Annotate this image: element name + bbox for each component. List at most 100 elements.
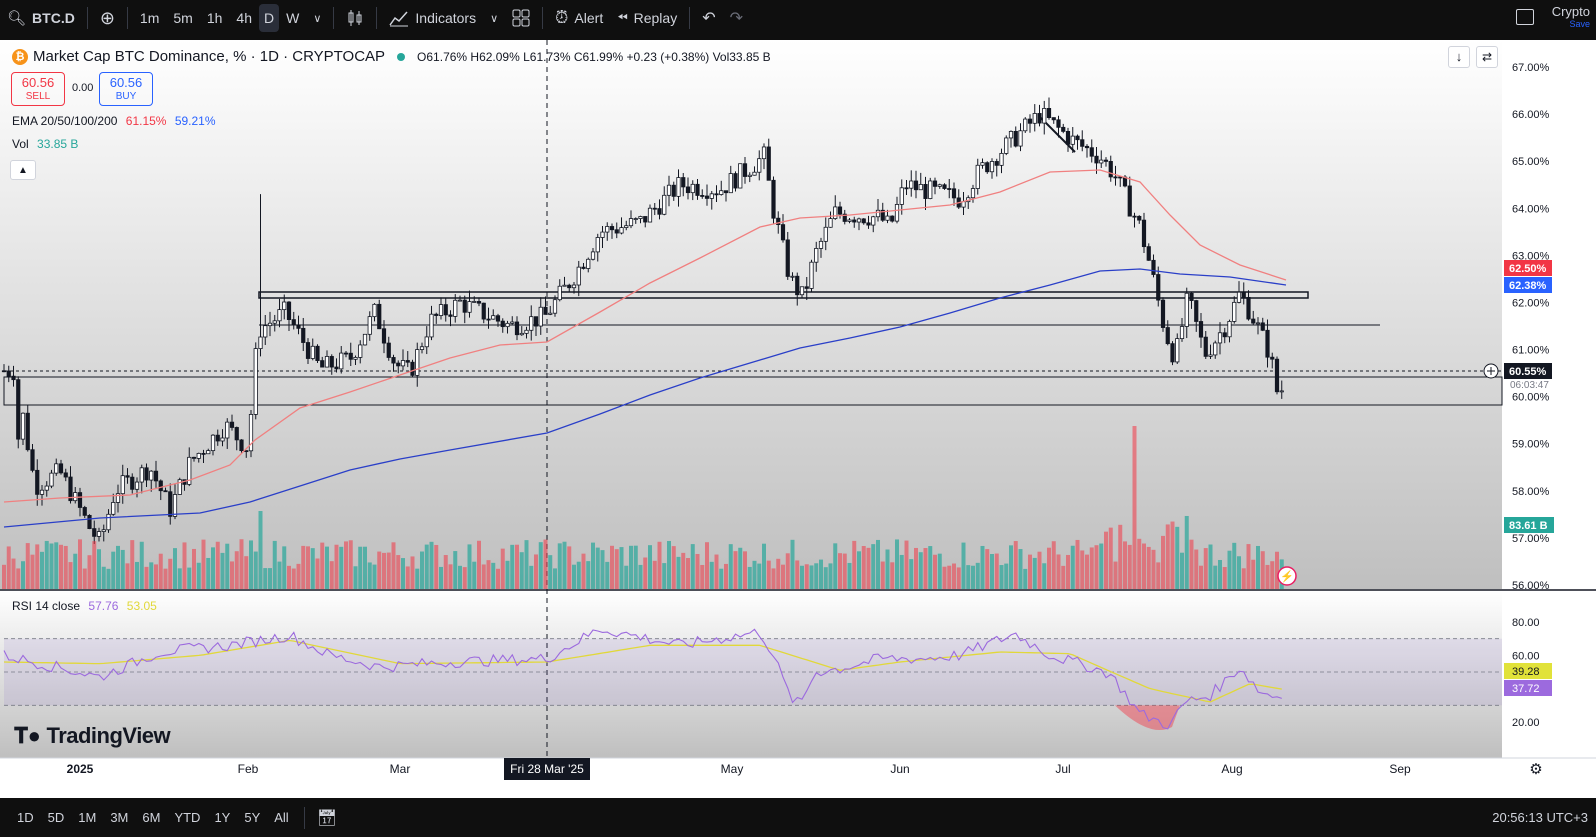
- go-to-date-button[interactable]: 📅︎: [310, 808, 344, 828]
- volume-bar: [363, 546, 367, 589]
- candle-body: [633, 218, 638, 220]
- collapse-legend-button[interactable]: ▲: [10, 160, 36, 180]
- candle-body: [875, 209, 881, 218]
- volume-bar: [206, 557, 211, 589]
- price-tick-label: 67.00%: [1512, 62, 1550, 74]
- vol-value: 33.85 B: [37, 137, 79, 151]
- buy-button[interactable]: 60.56 BUY: [99, 72, 153, 106]
- range-6m[interactable]: 6M: [135, 810, 167, 825]
- volume-bar: [182, 542, 187, 589]
- volume-bar: [581, 553, 586, 589]
- volume-bar: [272, 540, 277, 589]
- scroll-down-button[interactable]: ↓: [1448, 46, 1470, 68]
- ema-value-1: 61.15%: [125, 114, 167, 128]
- interval-1h[interactable]: 1h: [200, 0, 230, 36]
- account-menu[interactable]: Crypto Save: [1552, 5, 1590, 31]
- volume-bar: [762, 543, 766, 589]
- volume-bar: [605, 561, 610, 589]
- range-1m[interactable]: 1M: [71, 810, 103, 825]
- volume-bar: [1227, 550, 1232, 589]
- volume-bar: [947, 565, 952, 589]
- candle-body: [1246, 296, 1251, 320]
- alert-button[interactable]: ⏰︎ Alert: [548, 0, 610, 36]
- sell-button[interactable]: 60.56 SELL: [11, 72, 65, 106]
- candle-body: [1279, 390, 1284, 393]
- volume-bar: [424, 544, 429, 589]
- add-alert-button[interactable]: [1483, 363, 1499, 379]
- candle-body: [362, 333, 368, 346]
- volume-bar: [961, 542, 966, 589]
- countdown-label: 06:03:47: [1510, 380, 1549, 391]
- clock-timezone[interactable]: 20:56:13 UTC+3: [1492, 810, 1588, 825]
- replay-button[interactable]: ⏪︎ Replay: [610, 0, 684, 36]
- rsi-value: 57.76: [88, 599, 119, 613]
- fullscreen-button[interactable]: [1516, 9, 1534, 25]
- time-axis: 2025 Feb Mar May Jun Jul Aug Sep Fri 28 Mar '25 ⚙: [67, 758, 1543, 780]
- volume-bar: [757, 563, 762, 589]
- range-ytd[interactable]: YTD: [167, 810, 207, 825]
- range-5y[interactable]: 5Y: [237, 810, 267, 825]
- candle-body: [1213, 342, 1218, 356]
- ema-legend[interactable]: EMA 20/50/100/200 61.15% 59.21%: [12, 114, 216, 128]
- candle-body: [353, 356, 358, 360]
- candle-body: [538, 306, 543, 327]
- candle: [890, 215, 895, 223]
- volume-bar: [386, 552, 391, 589]
- indicators-button[interactable]: Indicators: [382, 0, 483, 36]
- volume-bar: [1194, 549, 1199, 589]
- range-1y[interactable]: 1Y: [207, 810, 237, 825]
- rsi-legend[interactable]: RSI 14 close 57.76 53.05: [12, 599, 157, 613]
- maximize-pane-button[interactable]: ⇄: [1476, 46, 1498, 68]
- range-3m[interactable]: 3M: [103, 810, 135, 825]
- range-5d[interactable]: 5D: [41, 810, 72, 825]
- candle-body: [548, 312, 553, 315]
- price-tick-label: 66.00%: [1512, 109, 1550, 121]
- candle-body: [514, 321, 520, 336]
- volume-bar: [519, 552, 524, 589]
- candle-body: [795, 275, 800, 296]
- compare-button[interactable]: ⊕: [93, 0, 122, 36]
- volume-bar: [1009, 545, 1013, 589]
- volume-bar: [600, 550, 605, 589]
- volume-bar: [923, 548, 928, 589]
- volume-bar: [572, 564, 576, 589]
- interval-4h[interactable]: 4h: [229, 0, 259, 36]
- series-title[interactable]: Market Cap BTC Dominance, % · 1D · CRYPT…: [33, 48, 385, 65]
- candle-body: [448, 314, 453, 317]
- interval-1m[interactable]: 1m: [133, 0, 166, 36]
- interval-dropdown[interactable]: ∨: [306, 0, 328, 36]
- gear-icon[interactable]: ⚙: [1529, 761, 1542, 778]
- candle-body: [681, 177, 686, 188]
- volume-bar: [306, 546, 310, 589]
- candle-body: [339, 352, 344, 370]
- interval-w[interactable]: W: [279, 0, 306, 36]
- chart-canvas[interactable]: 67.00%66.00%65.00%64.00%63.00%62.00%61.0…: [0, 40, 1596, 798]
- volume-bar: [643, 557, 648, 589]
- chart-area[interactable]: 67.00% 66.00% 65.00% 64.00% 63.00% 62.00% 61.0…: [0, 40, 1596, 798]
- layouts-button[interactable]: [505, 0, 537, 36]
- range-1d[interactable]: 1D: [10, 810, 41, 825]
- indicators-dropdown[interactable]: ∨: [483, 0, 505, 36]
- undo-button[interactable]: ↶: [695, 0, 722, 36]
- volume-bar: [225, 543, 230, 589]
- search-icon: 🔍︎: [7, 10, 27, 27]
- symbol-search-button[interactable]: 🔍︎ BTC.D: [0, 0, 82, 36]
- volume-bar: [671, 546, 676, 589]
- redo-button[interactable]: ↷: [723, 0, 750, 36]
- candle-body: [63, 472, 68, 478]
- candle-body: [985, 162, 990, 173]
- interval-d[interactable]: D: [258, 4, 280, 32]
- range-all[interactable]: All: [267, 810, 295, 825]
- chart-type-button[interactable]: [339, 0, 371, 36]
- volume-bar: [990, 554, 994, 589]
- volume-bar: [429, 541, 434, 589]
- candle-body: [852, 219, 857, 223]
- volume-bar: [410, 556, 415, 589]
- volume-bar: [467, 544, 472, 589]
- vol-legend[interactable]: Vol 33.85 B: [12, 137, 78, 151]
- candle-body: [35, 469, 40, 495]
- interval-5m[interactable]: 5m: [166, 0, 199, 36]
- candle-body: [20, 412, 26, 440]
- volume-bar: [1241, 568, 1246, 589]
- candle-body: [49, 472, 54, 487]
